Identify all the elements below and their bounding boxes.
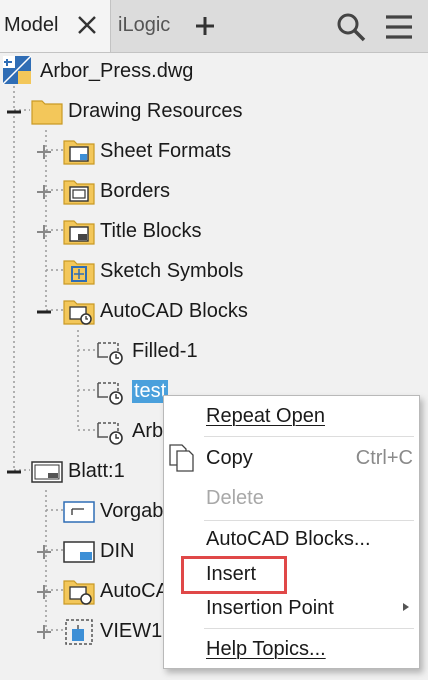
menu-item-autocad-blocks[interactable]: AutoCAD Blocks...: [164, 522, 419, 556]
tree-node-sheet-formats[interactable]: Sheet Formats: [62, 133, 231, 169]
menu-separator: [204, 520, 414, 521]
sheet-format-folder-icon: [63, 140, 95, 165]
menu-item-help-topics-label: Help Topics...: [206, 638, 326, 660]
expand-icon[interactable]: [36, 184, 52, 200]
tree-node-filled-1[interactable]: Filled-1: [94, 333, 198, 369]
copy-icon: [169, 444, 194, 472]
tree-node-vorgab-label: Vorgab: [100, 499, 164, 522]
submenu-arrow-icon: [403, 603, 409, 611]
tree-node-test[interactable]: test: [94, 373, 169, 409]
autocad-block-folder-icon: [63, 580, 95, 605]
highlight-box: [181, 556, 287, 594]
block-definition-icon: [97, 422, 123, 445]
menu-item-help-topics[interactable]: Help Topics...: [164, 632, 419, 666]
menu-item-autocad-blocks-label: AutoCAD Blocks...: [206, 528, 371, 550]
tree-node-arb-label: Arb: [132, 419, 164, 442]
context-menu: Repeat Open Copy Ctrl+C Delete AutoCAD B…: [163, 395, 420, 669]
tree-node-root-label: Arbor_Press.dwg: [40, 59, 194, 82]
tree-node-autoca[interactable]: AutoCA: [62, 573, 169, 609]
tree-node-borders-label: Borders: [100, 179, 171, 202]
menu-item-delete[interactable]: Delete: [164, 481, 419, 515]
drawing-view-icon: [65, 619, 93, 645]
panel-tabbar: Model iLogic: [0, 0, 428, 53]
collapse-icon[interactable]: [6, 104, 22, 120]
dwg-file-icon: [2, 55, 32, 85]
tab-model[interactable]: Model: [0, 0, 111, 52]
autocad-block-folder-icon: [63, 300, 95, 325]
tree-node-title-blocks[interactable]: Title Blocks: [62, 213, 202, 249]
tree-node-view1[interactable]: VIEW1: [62, 613, 162, 649]
menu-separator: [204, 436, 414, 437]
close-icon[interactable]: [76, 14, 98, 36]
tree-node-filled-1-label: Filled-1: [132, 339, 198, 362]
tree-node-arb[interactable]: Arb: [94, 413, 163, 449]
tree-node-sheet-formats-label: Sheet Formats: [100, 139, 232, 162]
menu-separator: [204, 628, 414, 629]
menu-item-copy-shortcut: Ctrl+C: [355, 447, 413, 469]
block-definition-icon: [97, 382, 123, 405]
tree-node-root[interactable]: Arbor_Press.dwg: [2, 53, 193, 89]
sheet-format-icon: [63, 501, 95, 523]
tree-node-drawing-resources-label: Drawing Resources: [68, 99, 243, 122]
tree-node-din[interactable]: DIN: [62, 533, 134, 569]
menu-item-insertion-point[interactable]: Insertion Point: [164, 591, 419, 625]
tree-node-view1-label: VIEW1: [100, 619, 163, 642]
hamburger-menu-icon[interactable]: [384, 13, 414, 41]
expand-icon[interactable]: [36, 584, 52, 600]
tree-node-drawing-resources[interactable]: Drawing Resources: [30, 93, 243, 129]
search-icon[interactable]: [336, 12, 366, 42]
menu-item-insertion-point-label: Insertion Point: [206, 597, 334, 619]
folder-icon: [31, 100, 63, 125]
tree-node-autoca-label: AutoCA: [100, 579, 169, 602]
expand-icon[interactable]: [36, 624, 52, 640]
block-definition-icon: [97, 342, 123, 365]
tree-node-title-blocks-label: Title Blocks: [100, 219, 202, 242]
menu-item-repeat-open[interactable]: Repeat Open: [164, 399, 419, 433]
tree-node-autocad-blocks-label: AutoCAD Blocks: [100, 299, 248, 322]
tab-ilogic[interactable]: iLogic: [118, 14, 170, 37]
tab-model-label: Model: [4, 14, 59, 36]
tree-node-vorgab[interactable]: Vorgab: [62, 493, 163, 529]
title-block-folder-icon: [63, 220, 95, 245]
tree-node-autocad-blocks[interactable]: AutoCAD Blocks: [62, 293, 248, 329]
tree-node-blatt-label: Blatt:1: [68, 459, 125, 482]
menu-item-repeat-open-label: Repeat Open: [206, 405, 325, 427]
sheet-icon: [31, 461, 63, 483]
collapse-icon[interactable]: [6, 464, 22, 480]
expand-icon[interactable]: [36, 144, 52, 160]
collapse-icon[interactable]: [36, 304, 52, 320]
tree-node-borders[interactable]: Borders: [62, 173, 170, 209]
border-icon: [63, 541, 95, 563]
expand-icon[interactable]: [36, 224, 52, 240]
menu-item-delete-label: Delete: [206, 487, 264, 509]
tree-node-din-label: DIN: [100, 539, 135, 562]
tree-node-sketch-symbols[interactable]: Sketch Symbols: [62, 253, 243, 289]
menu-item-copy[interactable]: Copy Ctrl+C: [164, 441, 419, 475]
sketch-symbol-folder-icon: [63, 260, 95, 285]
expand-icon[interactable]: [36, 544, 52, 560]
tree-node-blatt[interactable]: Blatt:1: [30, 453, 125, 489]
plus-icon[interactable]: [194, 15, 216, 37]
menu-item-copy-label: Copy: [206, 447, 253, 469]
border-folder-icon: [63, 180, 95, 205]
tree-node-sketch-symbols-label: Sketch Symbols: [100, 259, 244, 282]
